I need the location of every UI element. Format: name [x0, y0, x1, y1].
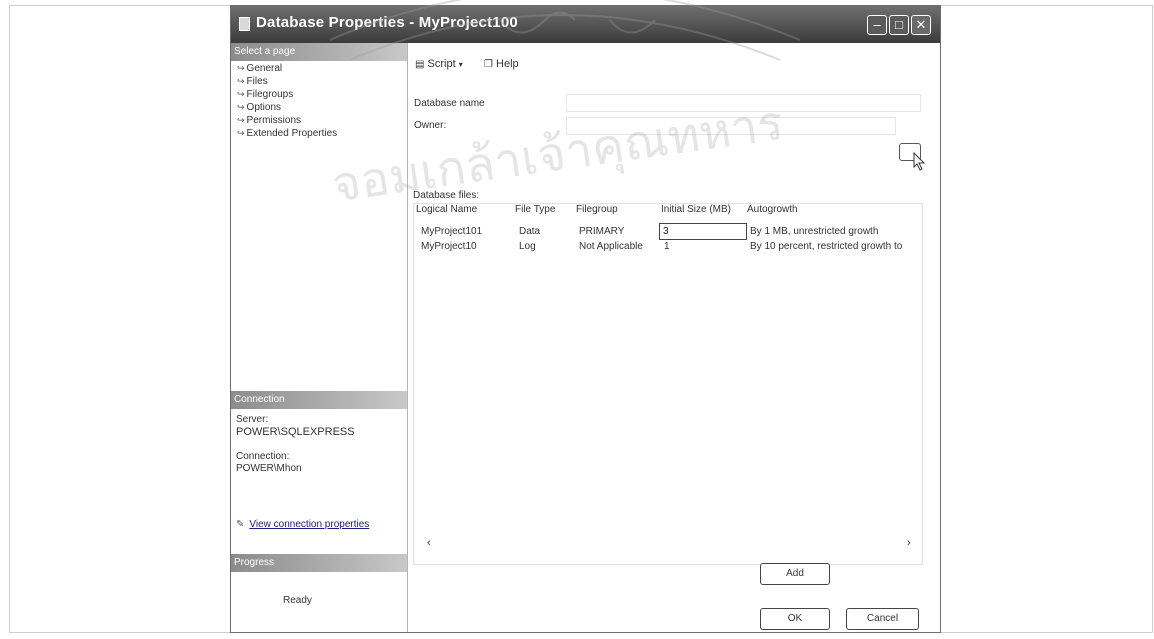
server-value: POWER\SQLEXPRESS	[236, 426, 355, 438]
page-item-general[interactable]: ↪ General	[237, 63, 282, 74]
close-icon: ✕	[915, 17, 927, 32]
help-icon: ❐	[484, 59, 493, 70]
page-item-permissions[interactable]: ↪ Permissions	[237, 115, 301, 126]
database-name-field[interactable]	[566, 94, 921, 112]
page-arrow-icon: ↪	[237, 128, 245, 138]
view-connection-properties-label: View connection properties	[249, 519, 370, 530]
initial-size-input[interactable]: 3	[659, 223, 747, 240]
owner-field[interactable]	[566, 117, 896, 135]
script-button[interactable]: ▤ Script ▾	[415, 58, 463, 70]
view-connection-properties-link[interactable]: ✎ View connection properties	[236, 519, 369, 530]
server-label: Server:	[236, 414, 269, 425]
page-item-label: General	[246, 63, 283, 74]
database-icon	[239, 17, 250, 31]
maximize-button[interactable]: □	[889, 15, 909, 35]
page-item-label: Permissions	[246, 115, 302, 126]
database-files-grid	[413, 203, 923, 565]
table-cell-file-type[interactable]: Log	[519, 241, 536, 252]
chevron-down-icon: ▾	[458, 60, 463, 69]
scroll-right-icon[interactable]: ›	[907, 537, 911, 549]
page-item-label: Extended Properties	[246, 128, 338, 139]
close-button[interactable]: ✕	[911, 15, 931, 35]
column-header-file-type[interactable]: File Type	[515, 204, 555, 215]
column-header-logical-name[interactable]: Logical Name	[416, 204, 477, 215]
add-button[interactable]: Add	[760, 563, 830, 585]
cancel-button[interactable]: Cancel	[846, 608, 919, 630]
maximize-icon: □	[895, 17, 903, 32]
page-item-options[interactable]: ↪ Options	[237, 102, 281, 113]
connection-header: Connection	[231, 391, 407, 409]
connection-properties-icon: ✎	[236, 519, 245, 530]
progress-status: Ready	[283, 595, 312, 606]
table-cell-logical-name[interactable]: MyProject10	[421, 241, 477, 252]
column-header-autogrowth[interactable]: Autogrowth	[747, 204, 798, 215]
table-cell-logical-name[interactable]: MyProject101	[421, 226, 482, 237]
minimize-button[interactable]: –	[867, 15, 887, 35]
table-cell-autogrowth[interactable]: By 1 MB, unrestricted growth	[750, 226, 920, 237]
page-arrow-icon: ↪	[237, 89, 245, 99]
script-label: Script	[427, 58, 456, 70]
page-arrow-icon: ↪	[237, 115, 245, 125]
table-cell-file-type[interactable]: Data	[519, 226, 540, 237]
help-label: Help	[496, 58, 519, 70]
progress-header: Progress	[231, 554, 407, 572]
column-header-filegroup[interactable]: Filegroup	[576, 204, 618, 215]
connection-value: POWER\Mhon	[236, 463, 302, 474]
owner-label: Owner:	[414, 120, 447, 131]
page-item-label: Files	[246, 76, 268, 87]
page-item-extended-properties[interactable]: ↪ Extended Properties	[237, 128, 337, 139]
scroll-left-icon[interactable]: ‹	[427, 537, 431, 549]
database-name-label: Database name	[414, 98, 485, 109]
page-item-label: Filegroups	[246, 89, 294, 100]
page-item-files[interactable]: ↪ Files	[237, 76, 268, 87]
minimize-icon: –	[873, 17, 881, 32]
help-button[interactable]: ❐ Help	[484, 58, 519, 70]
select-page-header: Select a page	[231, 43, 407, 61]
page-arrow-icon: ↪	[237, 102, 245, 112]
title-bar: Database Properties - MyProject100 – □ ✕	[231, 6, 940, 43]
table-cell-filegroup[interactable]: Not Applicable	[579, 241, 643, 252]
connection-label: Connection:	[236, 451, 290, 462]
page-arrow-icon: ↪	[237, 63, 245, 73]
window-title: Database Properties - MyProject100	[256, 14, 518, 31]
table-cell-autogrowth[interactable]: By 10 percent, restricted growth to	[750, 241, 920, 252]
script-icon: ▤	[415, 59, 425, 70]
mouse-cursor-icon	[913, 152, 926, 171]
page-item-filegroups[interactable]: ↪ Filegroups	[237, 89, 293, 100]
page-arrow-icon: ↪	[237, 76, 245, 86]
left-pane: Select a page ↪ General ↪ Files ↪ Filegroup…	[231, 43, 408, 632]
database-files-label: Database files:	[413, 190, 480, 201]
page-item-label: Options	[246, 102, 282, 113]
table-cell-initial-size[interactable]: 1	[664, 241, 670, 252]
database-properties-dialog: Database Properties - MyProject100 – □ ✕…	[230, 5, 941, 633]
table-cell-filegroup[interactable]: PRIMARY	[579, 226, 624, 237]
column-header-initial-size[interactable]: Initial Size (MB)	[661, 204, 731, 215]
ok-button[interactable]: OK	[760, 608, 830, 630]
